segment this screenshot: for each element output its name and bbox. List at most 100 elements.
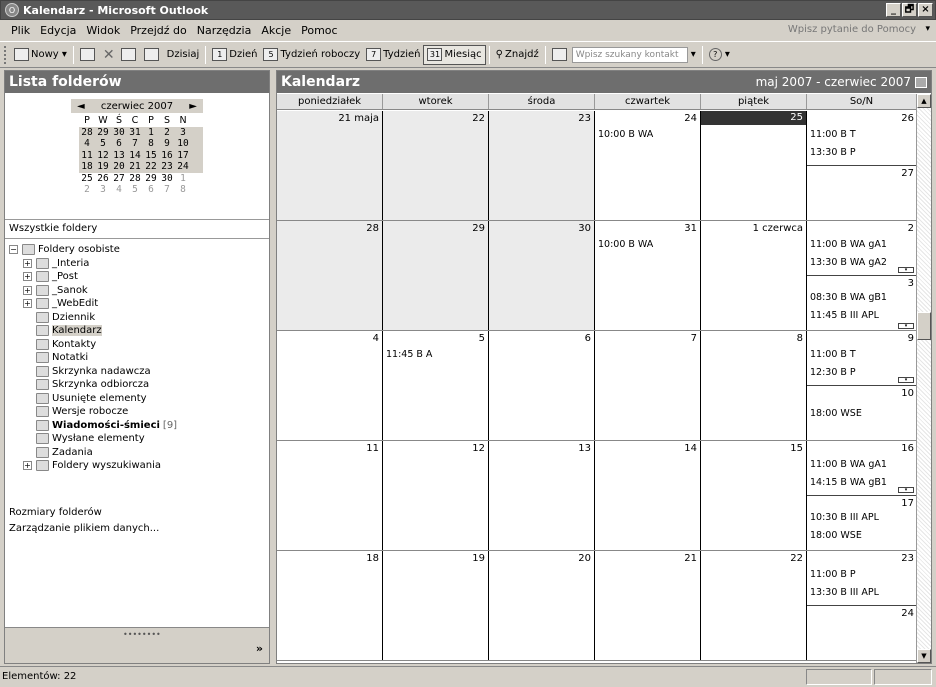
more-items-icon[interactable]: ▾ xyxy=(898,323,914,329)
mini-cal-day[interactable]: 26 xyxy=(95,173,111,185)
collapse-icon[interactable]: − xyxy=(9,245,18,255)
day-cell[interactable]: 8 xyxy=(701,331,807,440)
mini-cal-day[interactable]: 2 xyxy=(159,127,175,139)
splitter-grip[interactable]: •••••••• xyxy=(123,630,161,639)
saturday-cell[interactable]: 9 11:00 B T 12:30 B P ▾ xyxy=(807,331,917,386)
help-question-input[interactable]: Wpisz pytanie do Pomocy xyxy=(788,24,916,35)
saturday-cell[interactable]: 2 11:00 B WA gA1 13:30 B WA gA2 ▾ xyxy=(807,221,917,276)
folder-item-sanok[interactable]: + _Sanok xyxy=(9,284,267,298)
appointment[interactable]: 10:00 B WA xyxy=(598,239,653,250)
workweek-view-button[interactable]: 5 Tydzień roboczy xyxy=(260,45,363,65)
day-cell[interactable]: 11 xyxy=(277,441,383,550)
day-cell[interactable]: 23 xyxy=(489,111,595,220)
print-button[interactable] xyxy=(77,45,100,65)
mini-cal-day[interactable]: 25 xyxy=(79,173,95,185)
mini-cal-day[interactable]: 20 xyxy=(111,161,127,173)
day-cell[interactable]: 6 xyxy=(489,331,595,440)
day-view-button[interactable]: 1 Dzień xyxy=(209,45,260,65)
mini-cal-day[interactable]: 28 xyxy=(79,127,95,139)
day-cell[interactable]: 12 xyxy=(383,441,489,550)
menu-widok[interactable]: Widok xyxy=(81,24,125,37)
expand-icon[interactable]: + xyxy=(23,285,32,295)
menu-edycja[interactable]: Edycja xyxy=(35,24,81,37)
sunday-cell[interactable]: 17 10:30 B III APL 18:00 WSE xyxy=(807,496,917,551)
expand-icon[interactable]: + xyxy=(23,461,32,471)
mini-cal-day[interactable]: 15 xyxy=(143,150,159,162)
week-view-button[interactable]: 7 Tydzień xyxy=(363,45,423,65)
mini-cal-day[interactable]: 12 xyxy=(95,150,111,162)
mini-cal-day[interactable]: 24 xyxy=(175,161,191,173)
day-cell[interactable]: 18 xyxy=(277,551,383,660)
day-cell[interactable]: 15 xyxy=(701,441,807,550)
mini-cal-day[interactable]: 19 xyxy=(95,161,111,173)
day-cell[interactable]: 21 maja xyxy=(277,111,383,220)
calendar-vertical-scrollbar[interactable]: ▲ ▼ xyxy=(916,94,931,663)
menu-narzedzia[interactable]: Narzędzia xyxy=(192,24,257,37)
mini-cal-day[interactable]: 22 xyxy=(143,161,159,173)
day-cell[interactable]: 30 xyxy=(489,221,595,330)
folder-item-usunięte-elementy[interactable]: Usunięte elementy xyxy=(9,392,267,406)
day-cell[interactable]: 14 xyxy=(595,441,701,550)
day-cell[interactable]: 22 xyxy=(383,111,489,220)
find-button[interactable]: ⚲ Znajdź xyxy=(493,45,542,65)
help-dropdown-icon[interactable]: ▾ xyxy=(925,24,930,34)
folder-item-skrzynka-nadawcza[interactable]: Skrzynka nadawcza xyxy=(9,365,267,379)
contact-search-dropdown[interactable]: ▾ xyxy=(688,45,699,65)
expand-icon[interactable]: + xyxy=(23,258,32,268)
appointment[interactable]: 10:30 B III APL xyxy=(810,512,879,523)
folder-item-kontakty[interactable]: Kontakty xyxy=(9,338,267,352)
appointment[interactable]: 08:30 B WA gB1 xyxy=(810,292,887,303)
sunday-cell[interactable]: 10 18:00 WSE xyxy=(807,386,917,441)
appointment[interactable]: 11:00 B T xyxy=(810,129,856,140)
saturday-cell[interactable]: 16 11:00 B WA gA1 14:15 B WA gB1 ▾ xyxy=(807,441,917,496)
mini-cal-day[interactable]: 6 xyxy=(111,138,127,150)
mini-cal-day[interactable]: 1 xyxy=(175,173,191,185)
appointment[interactable]: 10:00 B WA xyxy=(598,129,653,140)
today-button[interactable]: Dzisiaj xyxy=(164,45,203,65)
folder-item-notatki[interactable]: Notatki xyxy=(9,351,267,365)
day-cell[interactable]: 22 xyxy=(701,551,807,660)
mini-cal-day[interactable]: 21 xyxy=(127,161,143,173)
mini-cal-day[interactable]: 5 xyxy=(95,138,111,150)
minimize-button[interactable]: _ xyxy=(886,3,901,17)
menu-akcje[interactable]: Akcje xyxy=(256,24,296,37)
outlook-app-icon[interactable]: O xyxy=(5,3,19,17)
folder-item-wersje-robocze[interactable]: Wersje robocze xyxy=(9,405,267,419)
month-view-button[interactable]: 31 Miesiąc xyxy=(423,44,486,65)
day-cell[interactable]: 29 xyxy=(383,221,489,330)
appointment[interactable]: 18:00 WSE xyxy=(810,530,862,541)
mini-cal-day[interactable]: 17 xyxy=(175,150,191,162)
contact-search-input[interactable]: Wpisz szukany kontakt xyxy=(571,46,688,63)
folder-personal[interactable]: − Foldery osobiste xyxy=(9,243,267,257)
configure-buttons-chevron[interactable]: » xyxy=(256,642,263,655)
day-cell[interactable]: 19 xyxy=(383,551,489,660)
maximize-button[interactable]: 🗗 xyxy=(902,3,917,17)
more-items-icon[interactable]: ▾ xyxy=(898,267,914,273)
expand-icon[interactable]: + xyxy=(23,272,32,282)
folder-item-skrzynka-odbiorcza[interactable]: Skrzynka odbiorcza xyxy=(9,378,267,392)
day-cell[interactable]: 21 xyxy=(595,551,701,660)
scroll-thumb[interactable] xyxy=(917,312,931,340)
mini-cal-day[interactable]: 4 xyxy=(79,138,95,150)
day-cell[interactable]: 1 czerwca xyxy=(701,221,807,330)
day-cell[interactable]: 7 xyxy=(595,331,701,440)
day-cell[interactable]: 4 xyxy=(277,331,383,440)
mini-cal-day[interactable]: 11 xyxy=(79,150,95,162)
mini-cal-day[interactable]: 8 xyxy=(175,184,191,196)
folder-item-foldery-wyszukiwania[interactable]: + Foldery wyszukiwania xyxy=(9,459,267,473)
appointment[interactable]: 11:45 B A xyxy=(386,349,432,360)
mini-cal-day[interactable]: 18 xyxy=(79,161,95,173)
appointment[interactable]: 13:30 B P xyxy=(810,147,856,158)
folder-item-zadania[interactable]: Zadania xyxy=(9,446,267,460)
day-cell[interactable]: 28 xyxy=(277,221,383,330)
mini-cal-day[interactable]: 29 xyxy=(143,173,159,185)
next-month-arrow-icon[interactable]: ► xyxy=(189,101,197,112)
mini-cal-day[interactable]: 7 xyxy=(127,138,143,150)
mini-cal-day[interactable]: 30 xyxy=(159,173,175,185)
day-cell[interactable]: 31 10:00 B WA xyxy=(595,221,701,330)
prev-month-arrow-icon[interactable]: ◄ xyxy=(77,101,85,112)
folder-item-webedit[interactable]: + _WebEdit xyxy=(9,297,267,311)
day-cell[interactable]: 5 11:45 B A xyxy=(383,331,489,440)
mini-cal-day[interactable]: 1 xyxy=(143,127,159,139)
day-cell[interactable]: 24 10:00 B WA xyxy=(595,111,701,220)
